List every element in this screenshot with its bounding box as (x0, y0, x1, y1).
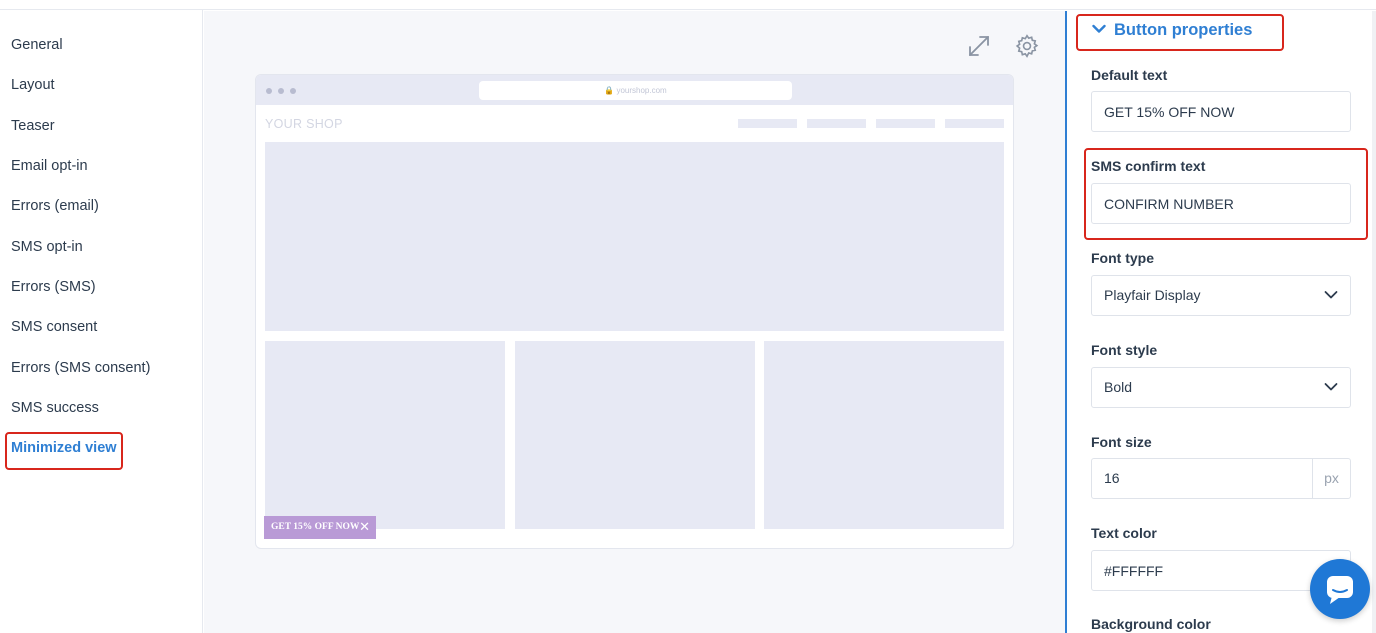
nav-placeholder (807, 119, 866, 128)
browser-bar: 🔒 yourshop.com (256, 75, 1013, 105)
preview-canvas: 🔒 yourshop.com YOUR SHOP GET 15% OFF NOW… (204, 11, 1065, 633)
chevron-down-icon (1092, 24, 1106, 33)
button-properties-toggle[interactable]: Button properties (1092, 21, 1252, 40)
expand-icon[interactable] (966, 33, 992, 59)
properties-panel: Button properties Default text SMS confi… (1065, 11, 1376, 633)
sidebar-item-layout[interactable]: Layout (11, 77, 55, 93)
font-size-input[interactable]: 16 px (1091, 458, 1351, 499)
product-card-placeholder (515, 341, 755, 529)
teaser-label: GET 15% OFF NOW (271, 522, 360, 532)
section-title: Button properties (1114, 21, 1253, 39)
sidebar-item-general[interactable]: General (11, 37, 63, 53)
default-text-input[interactable] (1091, 91, 1351, 132)
product-card-placeholder (265, 341, 505, 529)
sidebar-item-email-opt-in[interactable]: Email opt-in (11, 158, 88, 174)
font-size-value: 16 (1104, 470, 1120, 486)
url-bar: 🔒 yourshop.com (479, 81, 792, 100)
sms-confirm-text-label: SMS confirm text (1091, 158, 1206, 174)
sidebar-item-sms-opt-in[interactable]: SMS opt-in (11, 239, 83, 255)
hero-placeholder (265, 142, 1004, 331)
scrollbar[interactable] (1372, 11, 1376, 633)
chat-button[interactable] (1310, 559, 1370, 619)
font-type-value: Playfair Display (1104, 287, 1201, 303)
chevron-down-icon (1324, 383, 1338, 391)
nav-placeholder (738, 119, 797, 128)
nav-placeholder (876, 119, 935, 128)
font-type-select[interactable]: Playfair Display (1091, 275, 1351, 316)
background-color-label: Background color (1091, 616, 1211, 632)
gear-icon[interactable] (1014, 33, 1040, 59)
lock-icon: 🔒 (604, 86, 615, 95)
sidebar-item-teaser[interactable]: Teaser (11, 118, 55, 134)
text-color-label: Text color (1091, 525, 1157, 541)
close-icon[interactable]: ✕ (359, 516, 370, 539)
font-style-label: Font style (1091, 342, 1158, 358)
sidebar-item-sms-success[interactable]: SMS success (11, 400, 99, 416)
chat-bubble-icon (1327, 576, 1353, 604)
font-size-label: Font size (1091, 434, 1152, 450)
window-dot (278, 88, 284, 94)
window-dot (266, 88, 272, 94)
font-style-select[interactable]: Bold (1091, 367, 1351, 408)
sidebar-item-sms-consent[interactable]: SMS consent (11, 319, 97, 335)
window-dot (290, 88, 296, 94)
sidebar-item-errors-email[interactable]: Errors (email) (11, 198, 99, 214)
shop-name: YOUR SHOP (265, 117, 343, 131)
browser-mockup: 🔒 yourshop.com YOUR SHOP GET 15% OFF NOW… (255, 74, 1014, 549)
url-text: yourshop.com (616, 86, 667, 95)
sidebar-item-errors-sms[interactable]: Errors (SMS) (11, 279, 96, 295)
font-type-label: Font type (1091, 250, 1154, 266)
sms-confirm-text-input[interactable] (1091, 183, 1351, 224)
default-text-label: Default text (1091, 67, 1168, 83)
font-style-value: Bold (1104, 379, 1133, 395)
minimized-teaser-button[interactable]: GET 15% OFF NOW ✕ (264, 516, 376, 539)
font-size-unit: px (1312, 459, 1350, 498)
sidebar-item-minimized-view[interactable]: Minimized view (11, 440, 117, 456)
top-bar (0, 0, 1376, 10)
product-card-placeholder (764, 341, 1004, 529)
sidebar: General Layout Teaser Email opt-in Error… (0, 10, 203, 633)
sidebar-item-errors-sms-consent[interactable]: Errors (SMS consent) (11, 360, 150, 376)
chevron-down-icon (1324, 291, 1338, 299)
nav-placeholder (945, 119, 1004, 128)
